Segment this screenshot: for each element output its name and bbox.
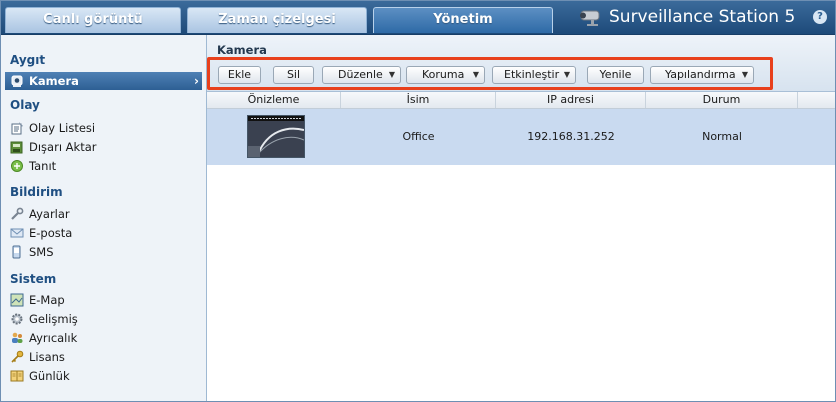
- brand-title: Surveillance Station 5: [609, 7, 796, 27]
- app-window: Canlı görüntü Zaman çizelgesi Yönetim Su…: [0, 0, 836, 402]
- dropdown-arrow-icon: ▼: [472, 70, 479, 79]
- button-label: Etkinleştir: [504, 68, 560, 81]
- configure-dropdown-button[interactable]: Yapılandırma ▼: [650, 66, 754, 84]
- table-empty-area: [207, 167, 835, 401]
- sidebar-item-log[interactable]: Günlük: [10, 367, 70, 385]
- sidebar-item-label: Ayrıcalık: [29, 331, 78, 345]
- camera-icon: [11, 75, 23, 87]
- protect-dropdown-button[interactable]: Koruma ▼: [406, 66, 485, 84]
- gear-icon: [11, 313, 23, 325]
- button-label: Yenile: [599, 68, 632, 81]
- brand: Surveillance Station 5: [575, 4, 795, 30]
- sidebar-item-label: SMS: [29, 245, 54, 259]
- table-header: Önizleme İsim IP adresi Durum: [207, 92, 835, 109]
- top-bar: Canlı görüntü Zaman çizelgesi Yönetim Su…: [1, 1, 835, 35]
- sidebar-item-event-list[interactable]: Olay Listesi: [10, 119, 95, 137]
- email-icon: [10, 228, 24, 238]
- enable-dropdown-button[interactable]: Etkinleştir ▼: [492, 66, 576, 84]
- sidebar-item-email[interactable]: E-posta: [10, 224, 72, 242]
- sidebar-item-introduce[interactable]: Tanıt: [10, 157, 56, 175]
- log-book-icon: [10, 370, 24, 382]
- users-icon: [12, 332, 23, 343]
- sms-icon: [12, 245, 21, 259]
- sidebar-item-sms[interactable]: SMS: [10, 243, 54, 261]
- sidebar-item-label: Gelişmiş: [29, 312, 78, 326]
- sidebar-section-device: Aygıt: [10, 53, 46, 67]
- add-button[interactable]: Ekle: [218, 66, 261, 84]
- sidebar-item-emap[interactable]: E-Map: [10, 291, 65, 309]
- button-label: Sil: [286, 68, 301, 81]
- edit-dropdown-button[interactable]: Düzenle ▼: [322, 66, 401, 84]
- sidebar-item-label: Olay Listesi: [29, 121, 96, 135]
- sidebar-item-settings[interactable]: Ayarlar: [10, 205, 70, 223]
- tab-live-view[interactable]: Canlı görüntü: [5, 7, 181, 33]
- tab-timeline[interactable]: Zaman çizelgesi: [187, 7, 367, 33]
- sidebar-item-camera[interactable]: Kamera ›: [5, 72, 202, 90]
- panel-header: Kamera Ekle Sil Düzenle ▼ Koruma ▼ Etkinle…: [207, 35, 835, 92]
- wrench-icon: [11, 207, 24, 220]
- security-camera-icon: [580, 10, 600, 26]
- sidebar-item-label: E-Map: [29, 293, 65, 307]
- camera-preview-thumbnail[interactable]: [247, 115, 305, 158]
- panel-title: Kamera: [217, 43, 267, 57]
- sidebar-item-label: Dışarı Aktar: [29, 140, 97, 154]
- sidebar-item-privilege[interactable]: Ayrıcalık: [10, 329, 77, 347]
- column-header-ip[interactable]: IP adresi: [496, 92, 646, 108]
- sidebar-item-advanced[interactable]: Gelişmiş: [10, 310, 78, 328]
- chevron-right-icon: ›: [194, 74, 199, 88]
- sidebar-item-label: Ayarlar: [29, 207, 70, 221]
- column-header-name[interactable]: İsim: [341, 92, 496, 108]
- map-icon: [10, 293, 24, 307]
- sidebar-item-label: Lisans: [29, 350, 65, 364]
- sidebar-item-export[interactable]: Dışarı Aktar: [10, 138, 96, 156]
- sidebar-section-event: Olay: [10, 98, 40, 112]
- event-list-icon: [11, 122, 23, 135]
- tab-management[interactable]: Yönetim: [373, 7, 553, 33]
- button-label: Düzenle: [338, 68, 383, 81]
- sidebar-item-label: Günlük: [29, 369, 70, 383]
- refresh-button[interactable]: Yenile: [587, 66, 644, 84]
- dropdown-arrow-icon: ▼: [563, 70, 570, 79]
- dropdown-arrow-icon: ▼: [741, 70, 748, 79]
- introduce-icon: [11, 160, 23, 172]
- table-row[interactable]: Office 192.168.31.252 Normal: [207, 109, 835, 165]
- sidebar-item-label: E-posta: [29, 226, 73, 240]
- column-header-status[interactable]: Durum: [646, 92, 798, 108]
- help-icon[interactable]: ?: [813, 10, 827, 24]
- sidebar-item-license[interactable]: Lisans: [10, 348, 65, 366]
- main-panel: Kamera Ekle Sil Düzenle ▼ Koruma ▼ Etkinle…: [207, 35, 835, 401]
- export-icon: [10, 141, 23, 154]
- sidebar: Aygıt Kamera › Olay Olay Listesi Dışarı …: [1, 35, 207, 401]
- sidebar-section-system: Sistem: [10, 272, 57, 286]
- sidebar-section-notification: Bildirim: [10, 185, 63, 199]
- dropdown-arrow-icon: ▼: [388, 70, 395, 79]
- button-label: Yapılandırma: [665, 68, 736, 81]
- camera-ip-cell: 192.168.31.252: [527, 130, 615, 143]
- button-label: Ekle: [227, 68, 252, 81]
- delete-button[interactable]: Sil: [273, 66, 314, 84]
- camera-preview-image: [248, 116, 304, 157]
- camera-table: Önizleme İsim IP adresi Durum Office 192…: [207, 92, 835, 165]
- button-label: Koruma: [422, 68, 465, 81]
- sidebar-item-label: Kamera: [29, 74, 79, 88]
- column-header-preview[interactable]: Önizleme: [207, 92, 341, 108]
- camera-name-cell: Office: [402, 130, 435, 143]
- key-icon: [11, 350, 24, 363]
- sidebar-item-label: Tanıt: [29, 159, 57, 173]
- camera-status-cell: Normal: [702, 130, 742, 143]
